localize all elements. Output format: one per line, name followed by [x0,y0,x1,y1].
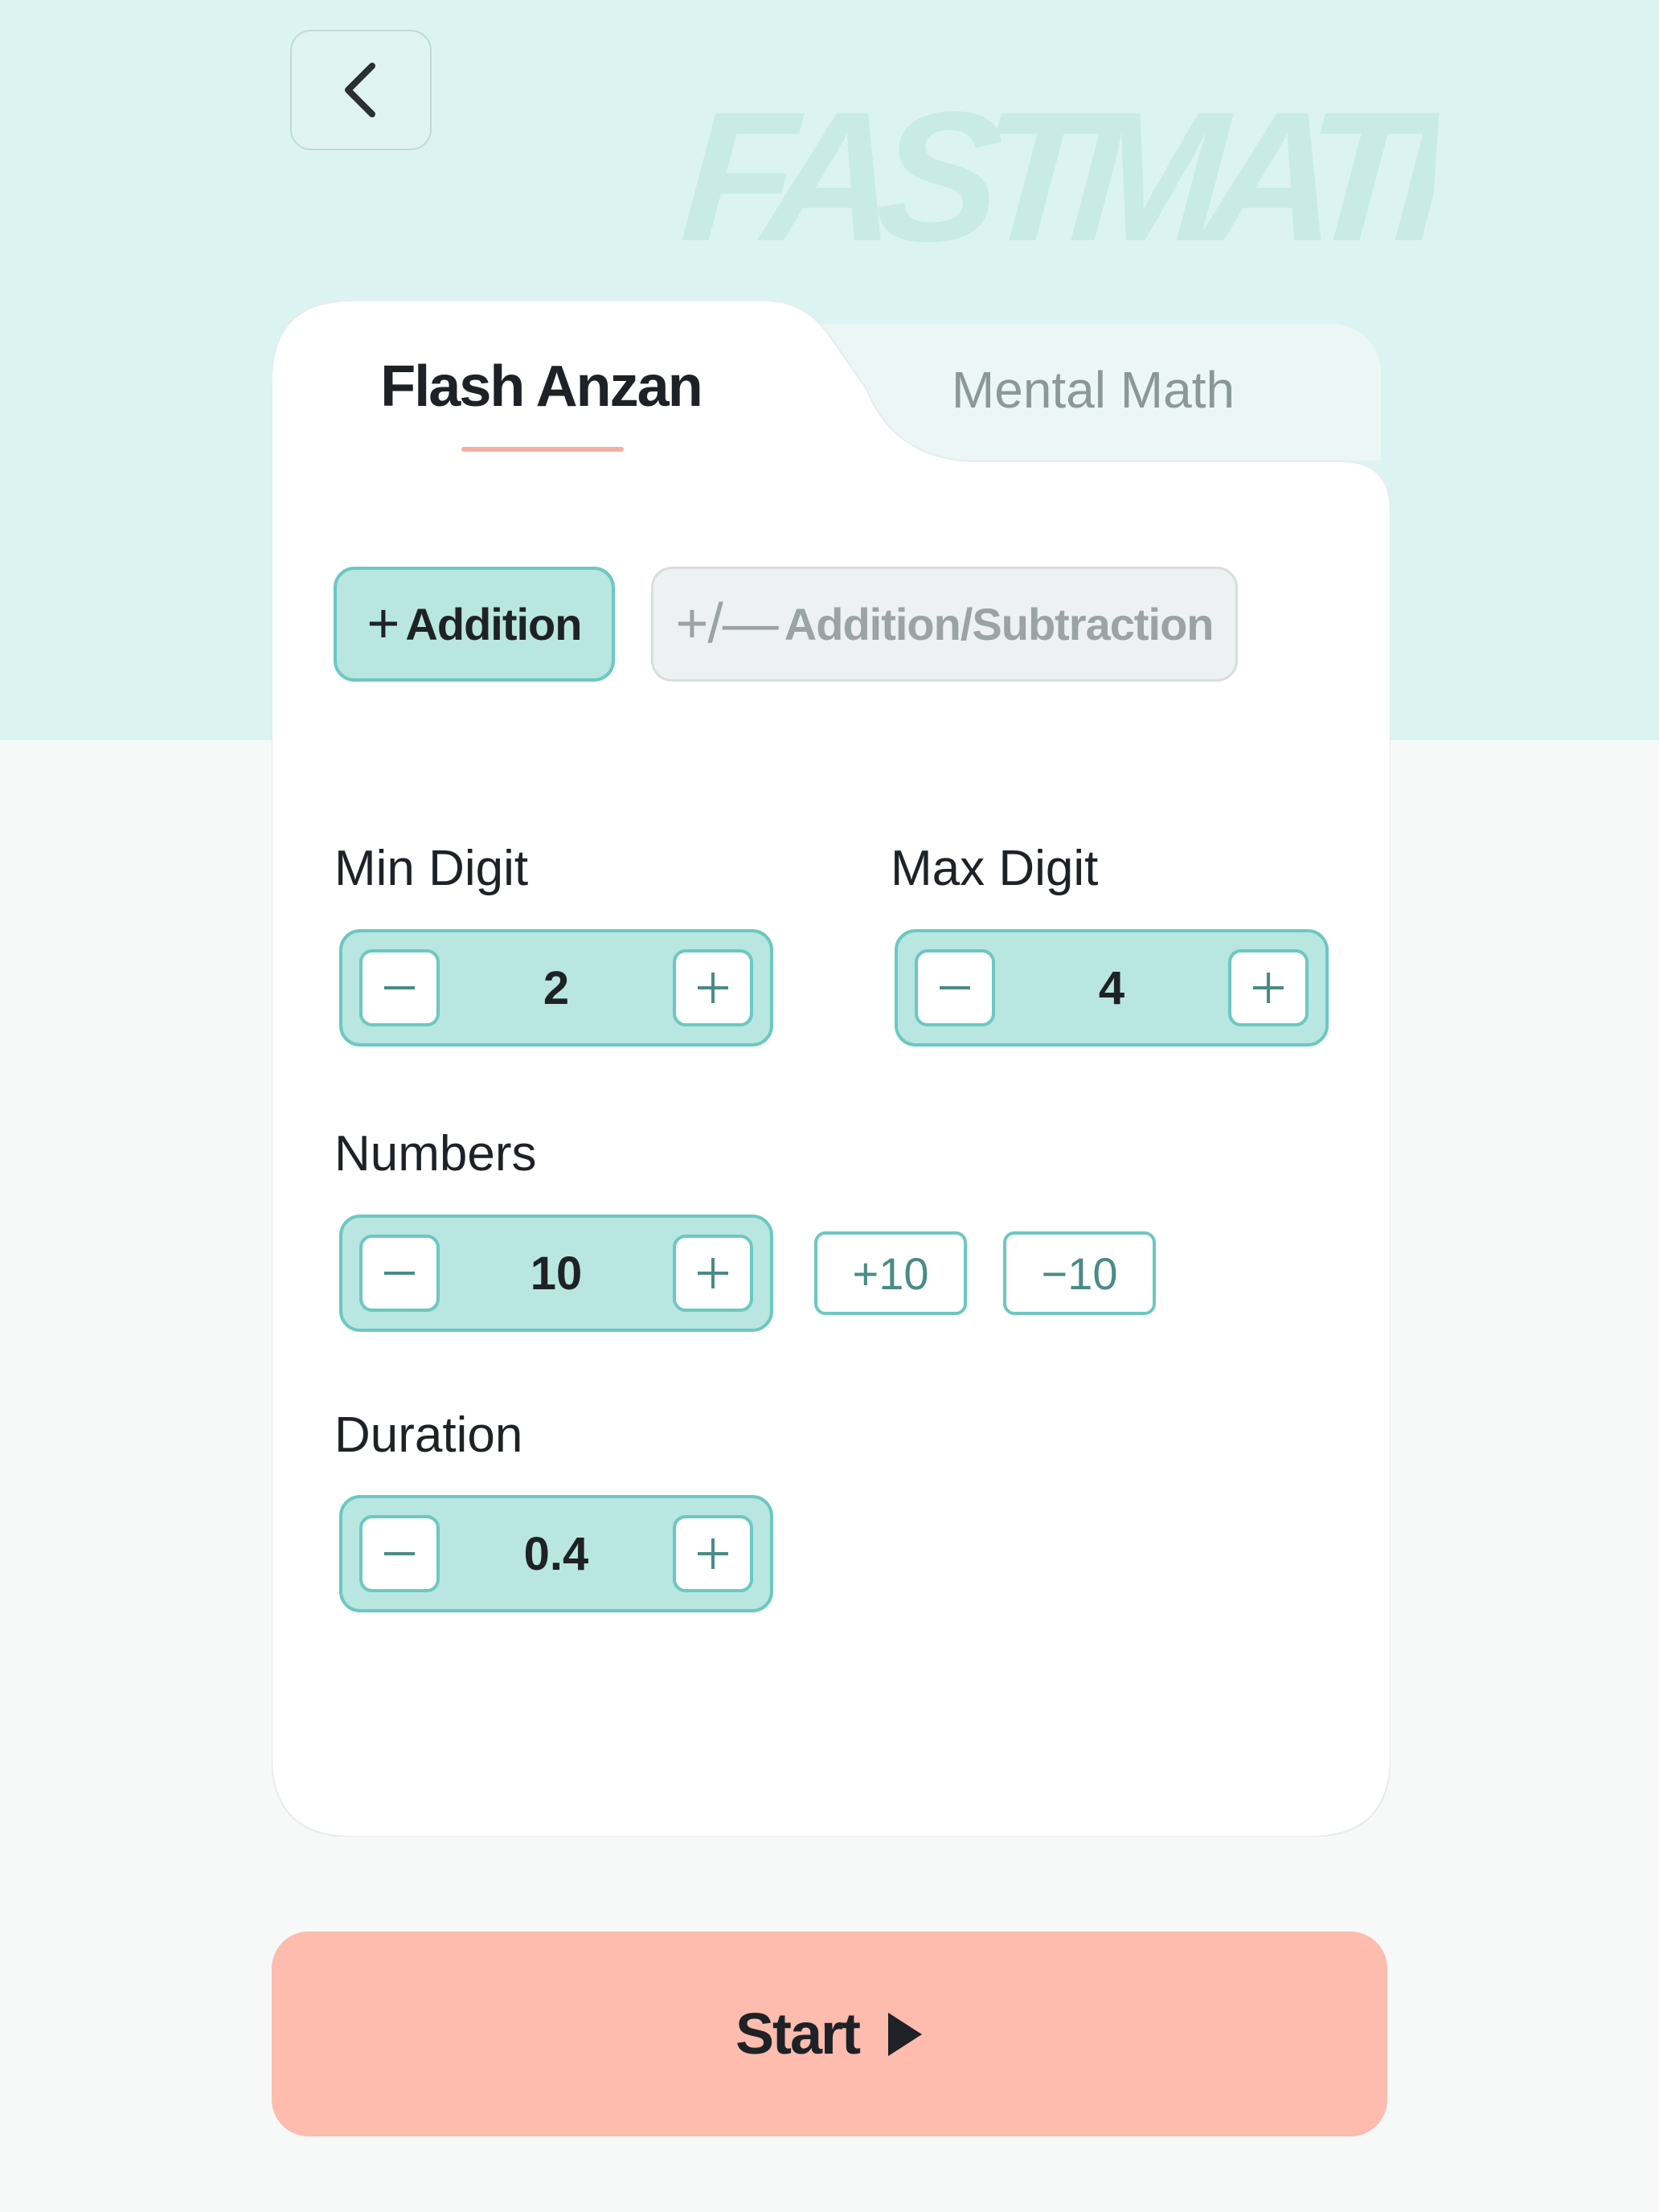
numbers-stepper: 10 [339,1215,773,1332]
min-digit-increment-button[interactable] [673,949,753,1026]
plus-icon [698,1538,728,1569]
numbers-plus-ten-button[interactable]: +10 [814,1231,967,1315]
max-digit-value: 4 [1098,961,1125,1014]
minus-icon [384,1552,415,1555]
chevron-left-icon [345,63,375,117]
min-digit-stepper: 2 [339,929,773,1047]
plus-icon [698,973,728,1003]
app-wordmark: FASTMATH [678,96,1440,257]
duration-stepper: 0.4 [339,1495,773,1612]
duration-decrement-button[interactable] [359,1515,440,1592]
max-digit-stepper: 4 [895,929,1329,1047]
max-digit-label: Max Digit [891,841,1099,896]
minus-icon [384,986,415,989]
addition-label: Addition [405,599,582,649]
minus-icon [940,986,970,989]
max-digit-decrement-button[interactable] [915,949,995,1026]
plus-icon [1253,973,1284,1003]
max-digit-increment-button[interactable] [1228,949,1309,1026]
tab-flash-anzan[interactable]: Flash Anzan [272,354,810,420]
min-digit-value: 2 [543,961,570,1014]
start-label: Start [735,2001,861,2067]
numbers-decrement-button[interactable] [359,1235,440,1312]
duration-value: 0.4 [523,1527,589,1580]
numbers-label: Numbers [334,1126,537,1182]
addition-button[interactable]: + Addition [334,567,615,682]
min-digit-label: Min Digit [334,841,529,896]
back-button[interactable] [290,30,432,150]
duration-label: Duration [334,1407,523,1463]
plus-icon: + [367,591,400,654]
minus-icon [384,1272,415,1275]
start-button[interactable]: Start [272,1931,1387,2136]
addition-subtraction-label: Addition/Subtraction [784,599,1215,649]
duration-increment-button[interactable] [673,1515,753,1592]
min-digit-decrement-button[interactable] [359,949,440,1026]
play-icon [888,2012,923,2056]
plus-icon [698,1258,728,1288]
plus-minus-icon: +/— [675,591,778,654]
numbers-value: 10 [530,1247,583,1300]
numbers-increment-button[interactable] [673,1235,753,1312]
addition-subtraction-button[interactable]: +/— Addition/Subtraction [651,567,1238,682]
active-tab-indicator [461,447,624,452]
tab-mental-math-label[interactable]: Mental Math [900,360,1286,420]
numbers-minus-ten-button[interactable]: −10 [1003,1231,1156,1315]
